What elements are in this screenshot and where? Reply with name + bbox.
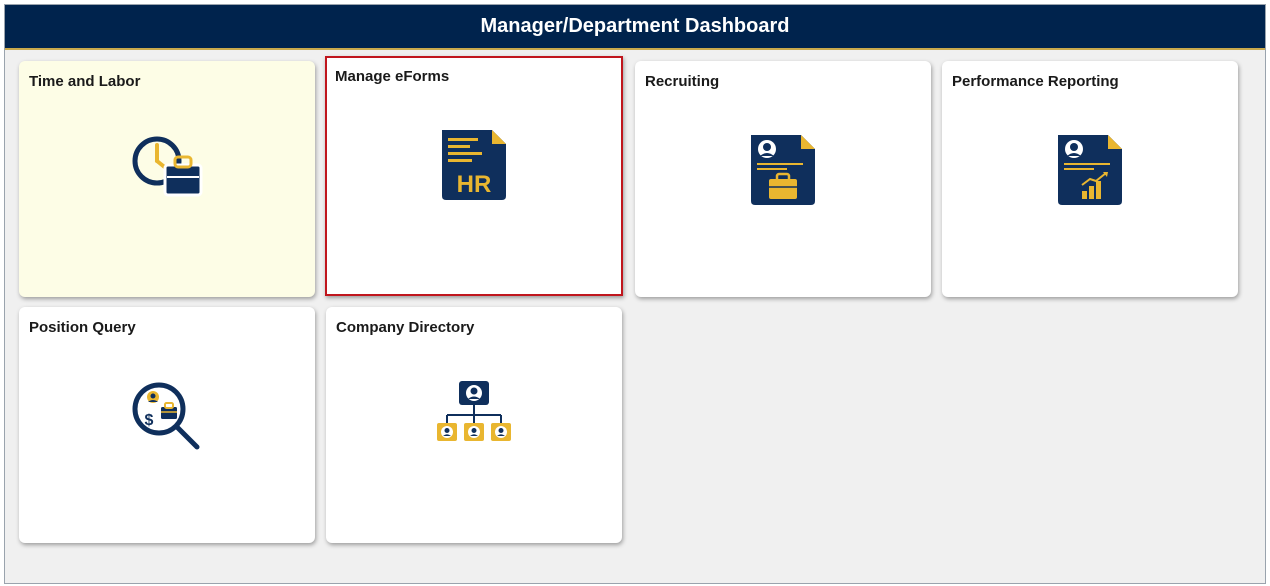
performance-report-icon bbox=[1054, 131, 1126, 212]
tile-title: Company Directory bbox=[336, 319, 475, 336]
tile-company-directory[interactable]: Company Directory bbox=[326, 307, 622, 543]
org-chart-icon bbox=[429, 377, 519, 460]
recruiting-document-icon bbox=[747, 131, 819, 212]
tile-title: Time and Labor bbox=[29, 73, 141, 90]
tile-recruiting[interactable]: Recruiting bbox=[635, 61, 931, 297]
clock-briefcase-icon bbox=[127, 131, 207, 206]
hr-document-icon: HR bbox=[438, 126, 510, 207]
svg-text:HR: HR bbox=[457, 171, 492, 198]
tile-title: Recruiting bbox=[645, 73, 720, 90]
tile-title: Position Query bbox=[29, 319, 136, 336]
position-search-icon: $ bbox=[127, 377, 207, 462]
tile-time-and-labor[interactable]: Time and Labor bbox=[19, 61, 315, 297]
tile-title: Performance Reporting bbox=[952, 73, 1119, 90]
tile-performance-reporting[interactable]: Performance Reporting bbox=[942, 61, 1238, 297]
dashboard-title: Manager/Department Dashboard bbox=[5, 5, 1265, 50]
tile-position-query[interactable]: Position Query $ bbox=[19, 307, 315, 543]
dashboard-frame: Manager/Department Dashboard Time and La… bbox=[4, 4, 1266, 584]
tile-manage-eforms[interactable]: Manage eForms HR bbox=[325, 56, 623, 296]
svg-text:$: $ bbox=[145, 412, 154, 429]
tile-title: Manage eForms bbox=[335, 68, 450, 85]
